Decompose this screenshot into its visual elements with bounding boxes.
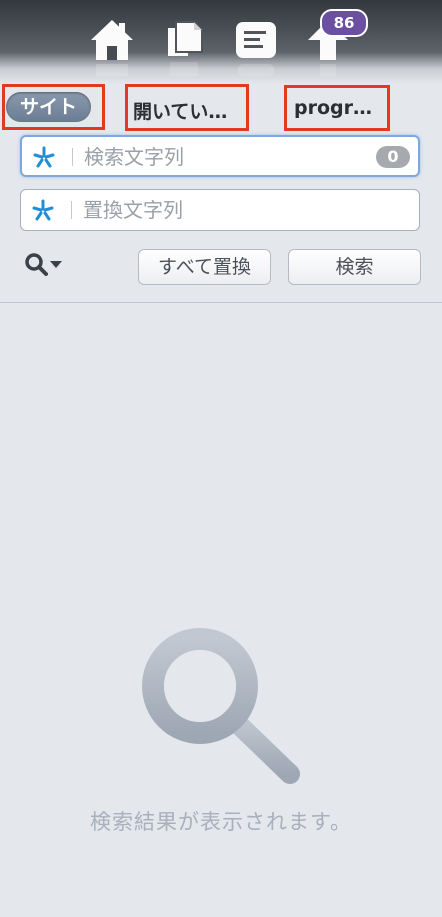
replace-all-button[interactable]: すべて置換 [138, 249, 271, 285]
top-toolbar: 86 [0, 0, 442, 84]
documents-button[interactable] [160, 16, 208, 80]
search-field[interactable]: 0 [20, 135, 420, 177]
documents-icon [168, 21, 203, 76]
field-separator [72, 148, 73, 166]
outline-icon [236, 22, 276, 76]
search-input[interactable] [84, 142, 354, 172]
match-count-badge: 0 [376, 146, 410, 168]
search-options-icon[interactable] [24, 252, 64, 278]
home-button[interactable] [88, 16, 136, 80]
search-button[interactable]: 検索 [288, 249, 421, 285]
replace-field[interactable] [20, 189, 420, 231]
asterisk-icon[interactable] [31, 199, 55, 223]
highlight-box-project [284, 85, 390, 131]
highlight-box-open-files [125, 84, 249, 131]
magnifier-icon [142, 628, 300, 784]
outline-button[interactable] [232, 16, 280, 80]
highlight-box-site [2, 84, 105, 130]
empty-results-message: 検索結果が表示されます。 [90, 810, 352, 834]
field-separator [71, 201, 72, 219]
replace-input[interactable] [83, 195, 353, 225]
notification-badge: 86 [320, 9, 368, 37]
scope-tabs: サイト 開いてい… progr… [0, 84, 442, 132]
divider [0, 302, 442, 303]
home-icon [91, 20, 133, 76]
asterisk-icon[interactable] [32, 146, 56, 170]
